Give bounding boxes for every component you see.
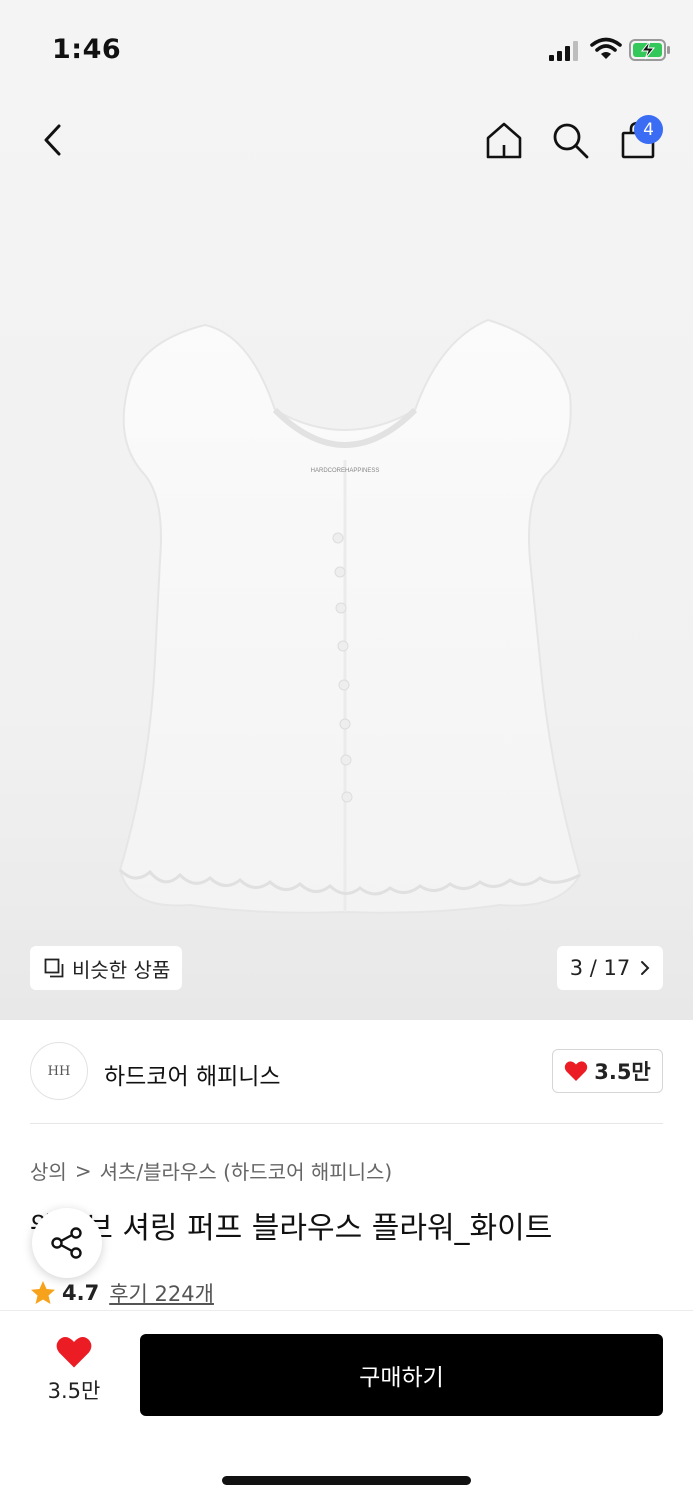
breadcrumb[interactable]: 상의 > 셔츠/블라우스 (하드코어 해피니스) (30, 1156, 392, 1185)
rating-value: 4.7 (62, 1281, 100, 1305)
status-time: 1:46 (52, 34, 122, 65)
brand-name[interactable]: 하드코어 해피니스 (104, 1057, 281, 1091)
search-icon (553, 123, 589, 159)
home-icon (486, 122, 522, 159)
bottom-action-bar: 3.5만 구매하기 (0, 1310, 693, 1500)
heart-icon (56, 1337, 92, 1368)
garment-tag-text: HARDCOREHAPPINESS (311, 468, 380, 474)
brand-like-button[interactable]: 3.5만 (552, 1049, 663, 1093)
wifi-icon (590, 37, 622, 59)
product-gallery[interactable]: 1:46 4 HARDCOREHAPPINESS 비슷한 상품 3 / 17 (0, 0, 693, 1020)
share-icon (51, 1227, 82, 1259)
page-current: 3 (569, 956, 584, 980)
buy-button[interactable]: 구매하기 (140, 1334, 663, 1416)
chevron-right-icon (641, 961, 650, 975)
brand-logo[interactable]: HH (30, 1042, 88, 1100)
search-button[interactable] (546, 116, 594, 164)
similar-icon (44, 958, 64, 978)
rating-row[interactable]: 4.7 후기 224개 (30, 1278, 214, 1308)
divider (30, 1123, 663, 1124)
back-icon (44, 124, 61, 156)
page-numbers: 3 / 17 (570, 956, 631, 980)
back-button[interactable] (28, 116, 76, 164)
heart-icon (564, 1061, 588, 1081)
wish-count: 3.5만 (47, 1379, 101, 1403)
review-link[interactable]: 후기 224개 (109, 1278, 214, 1308)
share-button[interactable] (32, 1208, 102, 1278)
breadcrumb-level2[interactable]: 셔츠/블라우스 (하드코어 해피니스) (100, 1156, 393, 1185)
status-bar: 1:46 (0, 0, 693, 90)
battery-charging-icon (629, 39, 670, 61)
product-title: 웨이브 셔링 퍼프 블라우스 플라워_화이트 (30, 1211, 553, 1246)
similar-products-label: 비슷한 상품 (72, 957, 171, 982)
similar-products-button[interactable]: 비슷한 상품 (30, 946, 183, 990)
star-icon (31, 1281, 55, 1304)
image-page-indicator[interactable]: 3 / 17 (557, 946, 663, 990)
cart-count-badge: 4 (634, 115, 663, 144)
page-total: 17 (603, 956, 631, 980)
page-separator: / (589, 956, 597, 980)
brand-row[interactable]: HH 하드코어 해피니스 3.5만 (30, 1040, 663, 1104)
breadcrumb-separator: > (74, 1158, 92, 1183)
home-indicator (222, 1476, 471, 1485)
brand-like-count: 3.5만 (594, 1060, 651, 1084)
wish-button[interactable]: 3.5만 (30, 1335, 118, 1415)
home-button[interactable] (480, 116, 528, 164)
product-image[interactable]: HARDCOREHAPPINESS (100, 300, 590, 930)
breadcrumb-level1[interactable]: 상의 (30, 1156, 67, 1185)
signal-icon (549, 41, 578, 61)
